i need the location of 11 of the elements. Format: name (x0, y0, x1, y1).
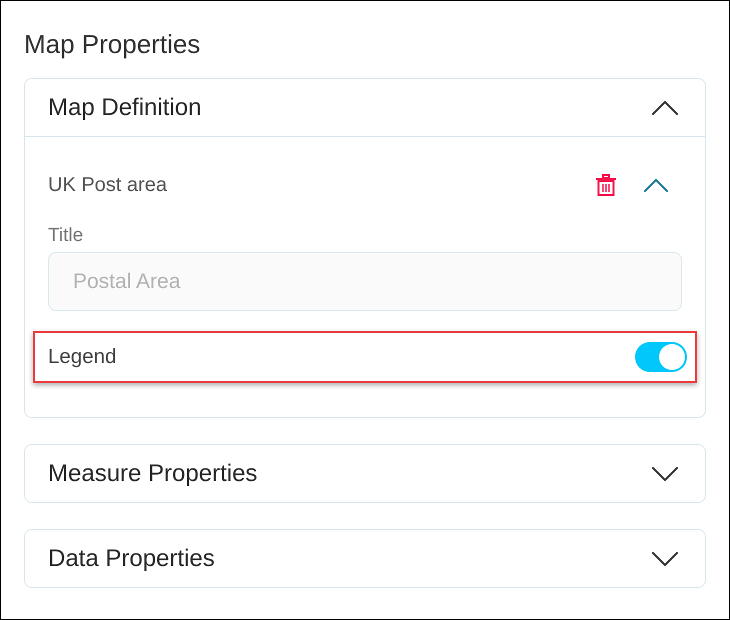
section-header[interactable]: Data Properties (25, 530, 705, 587)
title-input[interactable]: Postal Area (48, 252, 682, 311)
section-header[interactable]: Measure Properties (25, 445, 705, 502)
section-header[interactable]: Map Definition (25, 79, 705, 137)
layer-name: UK Post area (48, 174, 167, 196)
panel-title: Map Properties (24, 30, 202, 58)
trash-icon[interactable] (596, 174, 616, 196)
toggle-label: Legend (48, 345, 116, 369)
chevron-up-icon[interactable] (644, 178, 668, 192)
field-label: Title (48, 226, 84, 246)
legend-toggle[interactable] (635, 342, 687, 372)
